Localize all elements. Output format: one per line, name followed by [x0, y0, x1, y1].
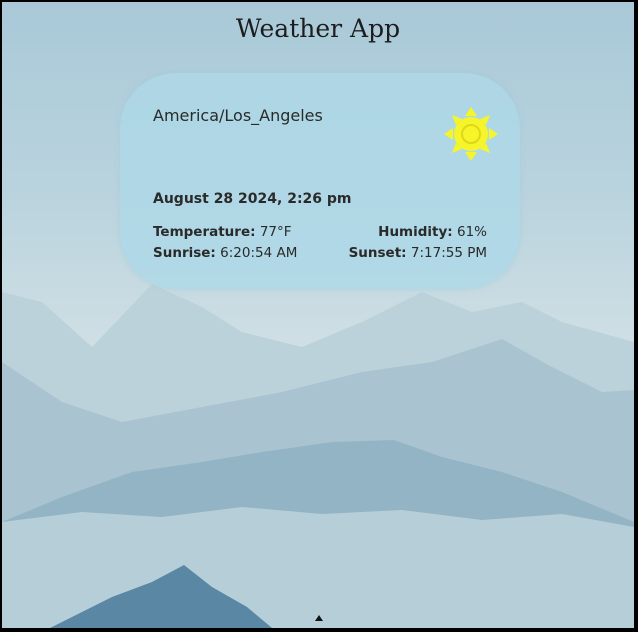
sunrise-label: Sunrise:	[153, 245, 216, 261]
sunset-value: 7:17:55 PM	[410, 245, 487, 261]
humidity-stat: Humidity: 61%	[378, 224, 487, 240]
sunset-label: Sunset:	[348, 245, 407, 261]
sunset-stat: Sunset: 7:17:55 PM	[349, 245, 487, 261]
temperature-stat: Temperature: 77°F	[153, 224, 292, 240]
date-time: August 28 2024, 2:26 pm	[153, 191, 352, 207]
sun-icon	[444, 107, 498, 161]
temperature-value: 77°F	[259, 224, 292, 240]
humidity-label: Humidity:	[378, 224, 453, 240]
triangle-up-icon[interactable]	[314, 614, 324, 622]
temperature-label: Temperature:	[153, 224, 256, 240]
app-title: Weather App	[235, 14, 401, 43]
weather-card: America/Los_Angeles August 28 2024, 2:26…	[120, 73, 520, 289]
location-label: America/Los_Angeles	[153, 106, 323, 125]
sunrise-stat: Sunrise: 6:20:54 AM	[153, 245, 297, 261]
app-window: Weather App America/Los_Angeles August 2…	[2, 2, 634, 628]
humidity-value: 61%	[456, 224, 487, 240]
sunrise-value: 6:20:54 AM	[220, 245, 298, 261]
